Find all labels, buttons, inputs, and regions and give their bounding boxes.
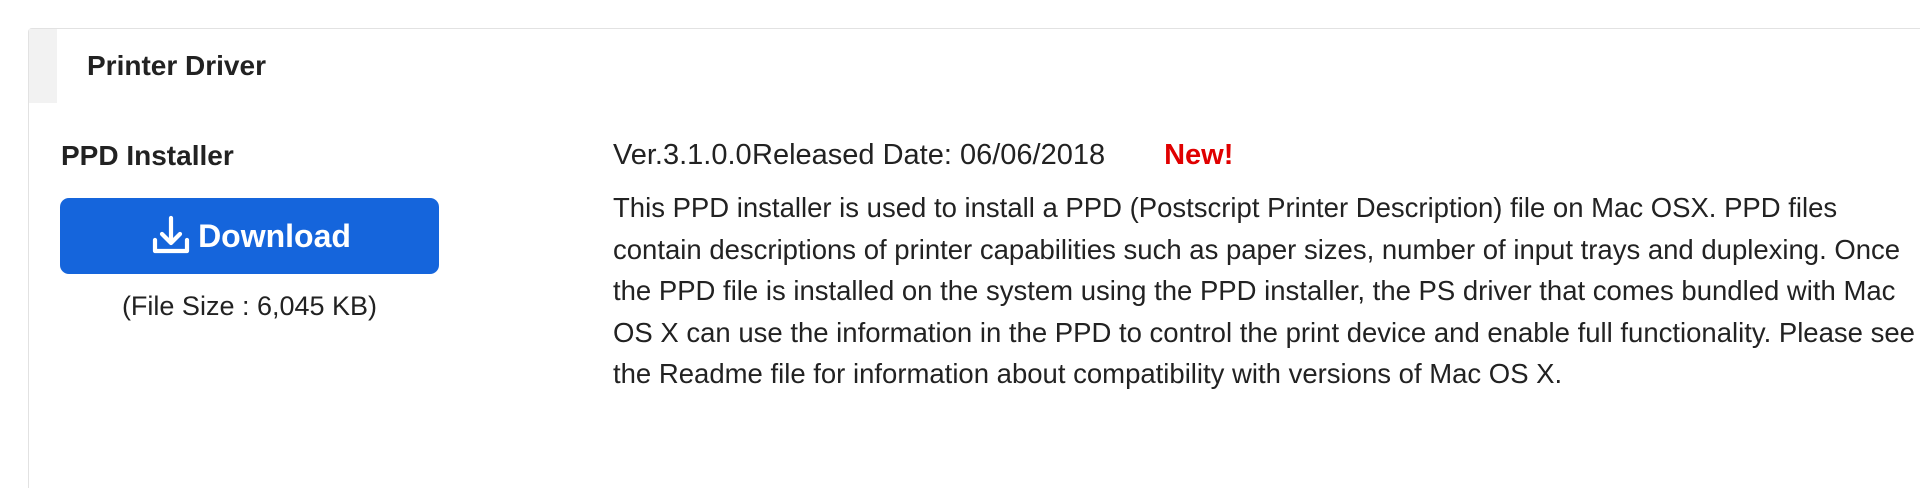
- product-name: PPD Installer: [61, 140, 234, 171]
- description: This PPD installer is used to install a …: [613, 192, 1915, 389]
- download-column: PPD Installer Download (File Size : 6,04…: [60, 139, 440, 322]
- download-label: Download: [198, 217, 351, 254]
- meta-line: Ver.3.1.0.0 Released Date: 06/06/2018 Ne…: [613, 137, 1920, 173]
- download-button[interactable]: Download: [60, 198, 439, 274]
- version-label: Ver.3.1.0.0: [613, 139, 752, 171]
- release-date: Released Date: 06/06/2018: [752, 139, 1106, 171]
- download-icon: [152, 215, 190, 254]
- panel-title: Printer Driver: [87, 50, 266, 81]
- new-badge: New!: [1164, 139, 1234, 171]
- file-size: (File Size : 6,045 KB): [121, 291, 378, 321]
- driver-panel: Printer Driver PPD Installer Download (F…: [28, 28, 1920, 488]
- panel-header: Printer Driver: [29, 29, 1920, 103]
- details-column: Ver.3.1.0.0 Released Date: 06/06/2018 Ne…: [613, 137, 1920, 395]
